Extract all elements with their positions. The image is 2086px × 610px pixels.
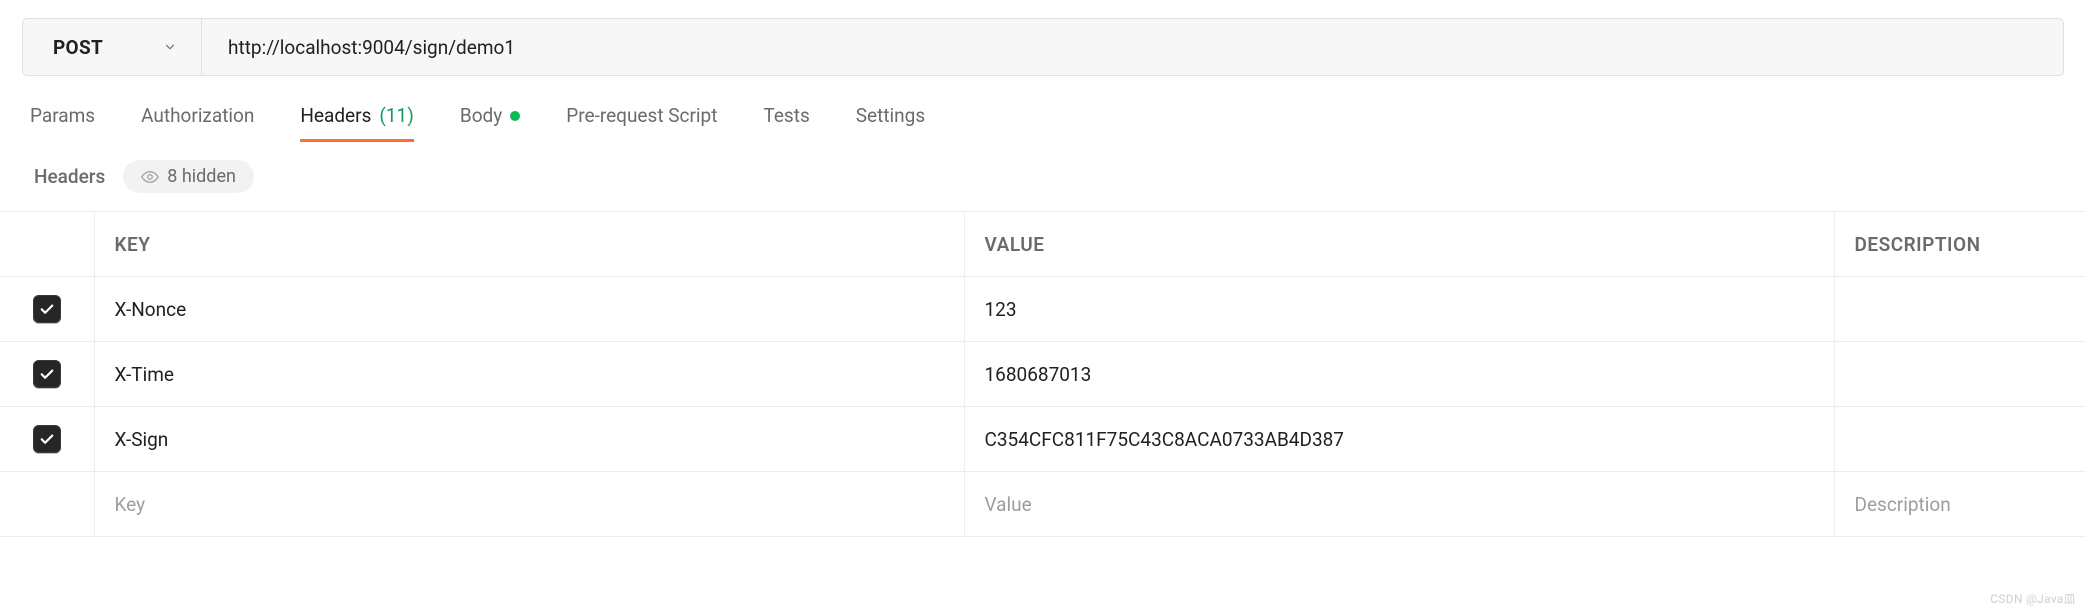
tab-authorization-label: Authorization [141, 104, 254, 127]
request-tabs: Params Authorization Headers (11) Body P… [0, 76, 2086, 142]
tab-headers[interactable]: Headers (11) [300, 104, 413, 142]
row-checkbox-cell [0, 277, 94, 342]
row-checkbox-cell [0, 407, 94, 472]
tab-params[interactable]: Params [30, 104, 95, 142]
header-key-cell[interactable]: X-Sign [94, 407, 964, 472]
header-key-input[interactable]: Key [94, 472, 964, 537]
tab-body[interactable]: Body [460, 104, 520, 142]
tab-settings-label: Settings [856, 104, 925, 127]
row-checkbox-cell [0, 342, 94, 407]
headers-title: Headers [34, 165, 105, 188]
table-row: X-Nonce 123 [0, 277, 2086, 342]
column-header-value: VALUE [964, 212, 1834, 277]
header-value-cell[interactable]: 1680687013 [964, 342, 1834, 407]
row-checkbox[interactable] [33, 360, 61, 388]
header-desc-cell[interactable] [1834, 277, 2086, 342]
row-checkbox-cell-empty [0, 472, 94, 537]
url-input[interactable]: http://localhost:9004/sign/demo1 [202, 19, 2063, 75]
header-key-cell[interactable]: X-Time [94, 342, 964, 407]
tab-body-label: Body [460, 104, 502, 127]
tab-authorization[interactable]: Authorization [141, 104, 254, 142]
headers-table: KEY VALUE DESCRIPTION X-Nonce 123 X-Time… [0, 211, 2086, 537]
method-label: POST [53, 36, 103, 59]
table-row: X-Sign C354CFC811F75C43C8ACA0733AB4D387 [0, 407, 2086, 472]
row-checkbox[interactable] [33, 295, 61, 323]
hidden-headers-toggle[interactable]: 8 hidden [123, 160, 254, 193]
header-value-cell[interactable]: C354CFC811F75C43C8ACA0733AB4D387 [964, 407, 1834, 472]
tab-headers-count: (11) [379, 104, 413, 127]
request-bar: POST http://localhost:9004/sign/demo1 [22, 18, 2064, 76]
tab-settings[interactable]: Settings [856, 104, 925, 142]
watermark: CSDN @Java皿 [1990, 590, 2076, 607]
tab-tests-label: Tests [763, 104, 809, 127]
column-header-description: DESCRIPTION [1834, 212, 2086, 277]
row-checkbox[interactable] [33, 425, 61, 453]
tab-prerequest-label: Pre-request Script [566, 104, 717, 127]
eye-icon [141, 168, 159, 186]
tab-prerequest[interactable]: Pre-request Script [566, 104, 717, 142]
table-header-row: KEY VALUE DESCRIPTION [0, 212, 2086, 277]
method-select[interactable]: POST [23, 19, 202, 75]
tab-headers-label: Headers [300, 104, 371, 127]
header-value-input[interactable]: Value [964, 472, 1834, 537]
header-value-cell[interactable]: 123 [964, 277, 1834, 342]
column-header-check [0, 212, 94, 277]
header-key-cell[interactable]: X-Nonce [94, 277, 964, 342]
header-desc-input[interactable]: Description [1834, 472, 2086, 537]
chevron-down-icon [163, 40, 177, 54]
header-desc-cell[interactable] [1834, 342, 2086, 407]
headers-subheader: Headers 8 hidden [0, 142, 2086, 207]
status-dot-icon [510, 111, 520, 121]
table-row: X-Time 1680687013 [0, 342, 2086, 407]
tab-params-label: Params [30, 104, 95, 127]
table-row-new: Key Value Description [0, 472, 2086, 537]
tab-tests[interactable]: Tests [763, 104, 809, 142]
header-desc-cell[interactable] [1834, 407, 2086, 472]
hidden-count-label: 8 hidden [167, 166, 236, 187]
url-text: http://localhost:9004/sign/demo1 [228, 36, 515, 59]
column-header-key: KEY [94, 212, 964, 277]
